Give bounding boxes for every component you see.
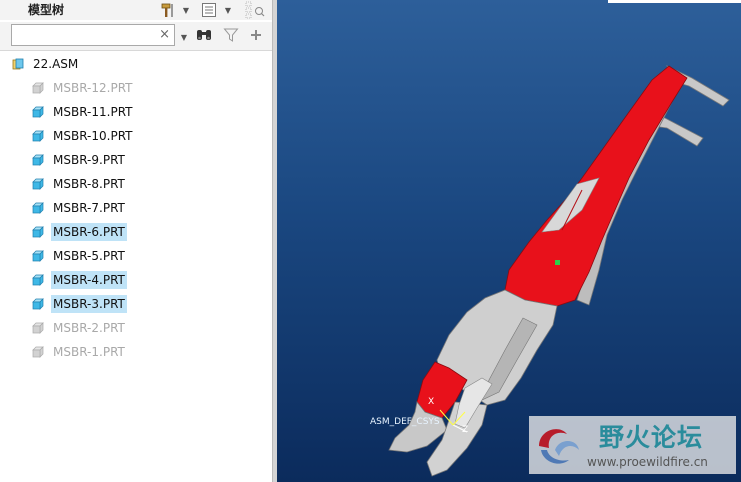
- tree-root-item[interactable]: 22.ASM: [12, 53, 80, 75]
- part-icon: [32, 202, 44, 214]
- tree-item[interactable]: MSBR-6.PRT: [32, 221, 127, 243]
- tree-item[interactable]: MSBR-8.PRT: [32, 173, 127, 195]
- part-icon: [32, 106, 44, 118]
- part-icon: [32, 130, 44, 142]
- clear-search-icon[interactable]: ×: [159, 27, 170, 42]
- forum-url: www.proewildfire.cn: [587, 455, 708, 469]
- tree-item[interactable]: MSBR-7.PRT: [32, 197, 127, 219]
- part-icon: [32, 250, 44, 262]
- tree-item-label: MSBR-1.PRT: [53, 345, 125, 359]
- tree-item-label: MSBR-12.PRT: [53, 81, 133, 95]
- csys-z-label: Z: [462, 425, 469, 435]
- search-toolbar: × ▼: [0, 22, 272, 51]
- part-icon: [32, 274, 44, 286]
- model-tree-panel: 模型树 ▼ ▼ × ▼ 22.ASM MSBR-12.PRT MSBR-11.P…: [0, 0, 272, 482]
- tree-settings-icon[interactable]: [200, 1, 218, 19]
- binoculars-icon[interactable]: [194, 26, 214, 44]
- tree-item[interactable]: MSBR-1.PRT: [32, 341, 127, 363]
- forum-watermark: 野火论坛 www.proewildfire.cn: [529, 416, 736, 474]
- tree-item[interactable]: MSBR-11.PRT: [32, 101, 135, 123]
- tree-item-label: MSBR-2.PRT: [53, 321, 125, 335]
- tree-settings-chevron-icon[interactable]: ▼: [223, 1, 233, 19]
- app-window: 模型树 ▼ ▼ × ▼ 22.ASM MSBR-12.PRT MSBR-11.P…: [0, 0, 741, 482]
- tree-item-label: MSBR-7.PRT: [53, 201, 125, 215]
- panel-header: 模型树 ▼ ▼: [0, 0, 272, 20]
- tree-root-label: 22.ASM: [33, 57, 79, 71]
- tree-item[interactable]: MSBR-4.PRT: [32, 269, 127, 291]
- hammer-icon[interactable]: [158, 1, 178, 19]
- tree-item-label: MSBR-3.PRT: [51, 295, 127, 313]
- terminal-3d-model[interactable]: [277, 0, 741, 482]
- panel-title: 模型树: [28, 3, 65, 17]
- plus-icon[interactable]: [247, 26, 265, 44]
- part-icon: [32, 298, 44, 310]
- csys-label: ASM_DEF_CSYS: [370, 417, 440, 427]
- tree-item[interactable]: MSBR-2.PRT: [32, 317, 127, 339]
- part-icon: [32, 178, 44, 190]
- part-icon: [32, 226, 44, 238]
- tree-item[interactable]: MSBR-10.PRT: [32, 125, 135, 147]
- part-icon: [32, 154, 44, 166]
- search-input[interactable]: [15, 26, 159, 47]
- tree-item[interactable]: MSBR-3.PRT: [32, 293, 127, 315]
- tree-item-label: MSBR-6.PRT: [51, 223, 127, 241]
- tree-item[interactable]: MSBR-9.PRT: [32, 149, 127, 171]
- hammer-dropdown-chevron-icon[interactable]: ▼: [181, 1, 191, 19]
- part-icon: [32, 346, 44, 358]
- tree-item[interactable]: MSBR-12.PRT: [32, 77, 135, 99]
- graphics-viewport[interactable]: ASM_DEF_CSYS X Z 野火论坛 www.proewildfire.c…: [277, 0, 741, 482]
- assembly-icon: [12, 58, 24, 70]
- tree-item[interactable]: MSBR-5.PRT: [32, 245, 127, 267]
- tree-item-label: MSBR-10.PRT: [53, 129, 133, 143]
- filter-icon[interactable]: [221, 26, 241, 44]
- search-field[interactable]: ×: [11, 24, 175, 47]
- tree-item-label: MSBR-8.PRT: [53, 177, 125, 191]
- model-datum-mark: [555, 260, 560, 265]
- search-dropdown-chevron-icon[interactable]: ▼: [179, 28, 189, 46]
- tree-item-label: MSBR-11.PRT: [53, 105, 133, 119]
- tree-item-label: MSBR-5.PRT: [53, 249, 125, 263]
- csys-x-label: X: [428, 397, 435, 407]
- forum-name: 野火论坛: [599, 423, 704, 452]
- part-icon: [32, 322, 44, 334]
- tree-item-label: MSBR-9.PRT: [53, 153, 125, 167]
- show-tree-icon[interactable]: [244, 1, 266, 19]
- tree-item-label: MSBR-4.PRT: [51, 271, 127, 289]
- part-icon: [32, 82, 44, 94]
- forum-logo-icon: [539, 429, 579, 464]
